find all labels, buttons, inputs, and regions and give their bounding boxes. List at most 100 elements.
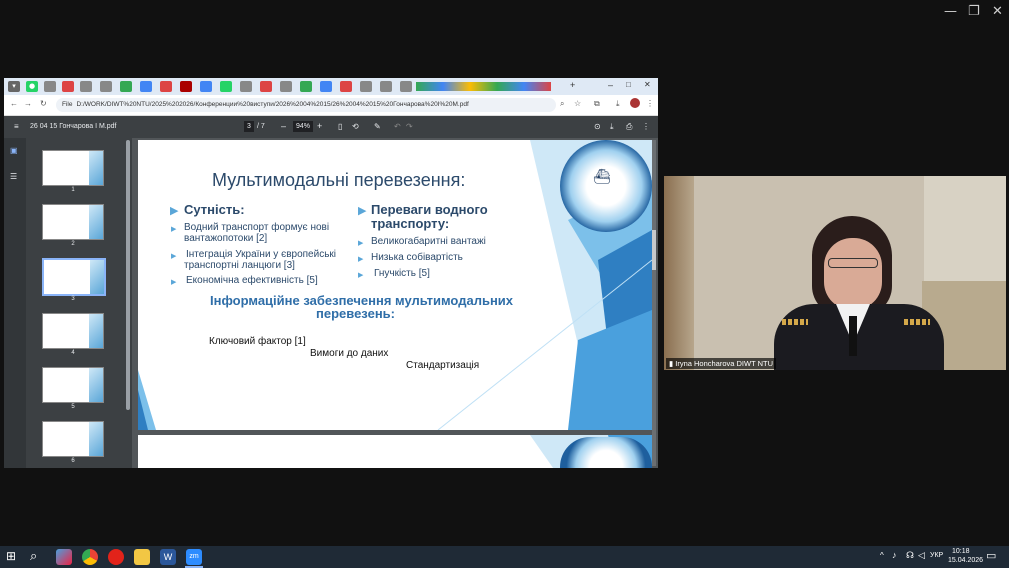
tab-item[interactable] — [180, 81, 192, 92]
minimize-icon[interactable]: – — [608, 80, 613, 90]
tab-item[interactable] — [160, 81, 172, 92]
rotate-icon[interactable]: ⟲ — [352, 122, 359, 131]
windows-taskbar: ⊞ ⌕ W zm ^ ♪ ☊ ◁ УКР 10:18 15.04.2026 ▭ — [0, 546, 1009, 568]
tab-item[interactable] — [280, 81, 292, 92]
tab-item[interactable] — [360, 81, 372, 92]
download-icon[interactable]: ⤓ — [616, 99, 620, 109]
maximize-icon[interactable]: □ — [626, 80, 631, 89]
start-icon[interactable]: ⊞ — [6, 549, 16, 563]
face — [824, 238, 882, 310]
more-icon[interactable]: ⋮ — [642, 122, 650, 131]
close-icon[interactable]: ✕ — [992, 4, 1003, 19]
thumbnail-number: 4 — [71, 350, 75, 356]
tab-item[interactable] — [140, 81, 152, 92]
menu-dots-icon[interactable]: ⋮ — [646, 99, 654, 108]
participant-name-tag: ▮ Iryna Honcharova DIWT NTU — [666, 358, 777, 369]
hamburger-menu-icon[interactable]: ≡ — [14, 122, 19, 131]
tab-item[interactable] — [340, 81, 352, 92]
close-icon[interactable]: ✕ — [644, 80, 651, 89]
annotate-icon[interactable]: ✎ — [374, 122, 381, 131]
volume-icon[interactable]: ♪ — [892, 550, 897, 560]
tab-whatsapp[interactable]: ● — [26, 81, 38, 92]
back-icon[interactable]: ← — [10, 99, 18, 108]
thumbnail-number: 5 — [71, 404, 75, 410]
thumbnail-panel: 1 2 3 4 5 6 — [26, 138, 132, 468]
left-heading: Сутність: — [184, 202, 245, 217]
fit-page-icon[interactable]: ▯ — [338, 122, 342, 131]
thumbnail-scrollbar[interactable] — [126, 140, 130, 410]
tab-item[interactable] — [62, 81, 74, 92]
epaulette — [904, 319, 930, 325]
profile-avatar[interactable] — [630, 98, 640, 108]
reload-icon[interactable]: ↻ — [40, 99, 47, 108]
left-item: Економічна ефективність [5] — [186, 275, 318, 286]
tab-item[interactable] — [300, 81, 312, 92]
signal-icon: ▮ — [669, 359, 674, 368]
thumbnail-page[interactable] — [42, 313, 104, 349]
save-icon[interactable]: ⊙ — [594, 122, 601, 131]
tab-item[interactable] — [80, 81, 92, 92]
word-icon[interactable]: W — [160, 549, 176, 565]
pdf-viewer: ⛴ Мультимодальні перевезення: ▶ Сутність… — [132, 138, 658, 468]
network-icon[interactable]: ☊ — [906, 550, 914, 561]
restore-icon[interactable]: ❐ — [968, 4, 980, 19]
print-icon[interactable]: ⎙ — [626, 122, 632, 132]
tab-strip[interactable] — [416, 82, 551, 91]
tab-search-icon[interactable]: ▾ — [8, 81, 20, 92]
thumbnails-icon[interactable]: ▣ — [10, 146, 18, 155]
copilot-icon[interactable] — [56, 549, 72, 565]
zoom-in-icon[interactable]: + — [317, 121, 322, 131]
opera-icon[interactable] — [108, 549, 124, 565]
file-explorer-icon[interactable] — [134, 549, 150, 565]
search-icon[interactable]: ⌕ — [30, 548, 37, 564]
redo-icon[interactable]: ↷ — [406, 122, 413, 131]
background-door — [664, 176, 694, 370]
thumbnail-page[interactable] — [42, 421, 104, 457]
thumbnail-number: 1 — [71, 187, 75, 193]
chevron-up-icon[interactable]: ^ — [880, 551, 884, 560]
viewer-scrollbar[interactable] — [652, 140, 656, 466]
key-factor: Ключовий фактор [1] — [209, 336, 306, 347]
language-indicator[interactable]: УКР — [930, 552, 943, 559]
thumbnail-page[interactable] — [42, 367, 104, 403]
page-number-input[interactable]: 3 — [244, 121, 254, 132]
tab-item[interactable] — [100, 81, 112, 92]
zoom-icon[interactable]: ⌕ — [560, 99, 564, 109]
clock-date[interactable]: 15.04.2026 — [948, 557, 983, 564]
left-item: транспортні ланцюги [3] — [184, 260, 295, 271]
tab-item[interactable] — [240, 81, 252, 92]
url-text: D:/WORK/DIWT%20NTU/2025%202026/Конференц… — [76, 101, 469, 108]
tab-maps[interactable] — [120, 81, 132, 92]
scrollbar-thumb[interactable] — [652, 230, 656, 270]
minimize-icon[interactable]: — — [944, 4, 957, 19]
tie — [849, 316, 857, 356]
tab-item[interactable] — [320, 81, 332, 92]
thumbnail-page[interactable] — [42, 204, 104, 240]
outline-icon[interactable]: ☰ — [10, 172, 17, 181]
thumbnail-page-selected[interactable] — [42, 258, 106, 296]
url-input[interactable]: File D:/WORK/DIWT%20NTU/2025%202026/Конфе… — [56, 98, 556, 112]
address-bar-row: ← → ↻ File D:/WORK/DIWT%20NTU/2025%202026… — [4, 95, 658, 116]
tab-item[interactable] — [220, 81, 232, 92]
tab-item[interactable] — [200, 81, 212, 92]
undo-icon[interactable]: ↶ — [394, 122, 401, 131]
speaker-icon[interactable]: ◁ — [918, 550, 925, 561]
chrome-icon[interactable] — [82, 549, 98, 565]
clock-time[interactable]: 10:18 — [952, 548, 970, 555]
file-label: File — [62, 101, 73, 108]
notifications-icon[interactable]: ▭ — [986, 549, 996, 562]
new-tab-icon[interactable]: + — [570, 80, 575, 90]
download-icon[interactable]: ⤓ — [610, 122, 614, 132]
bookmark-star-icon[interactable]: ☆ — [574, 99, 581, 108]
tab-item[interactable] — [380, 81, 392, 92]
zoom-out-icon[interactable]: – — [281, 121, 286, 131]
zoom-level-input[interactable]: 94% — [293, 121, 313, 132]
tab-item[interactable] — [260, 81, 272, 92]
tab-item[interactable] — [400, 81, 412, 92]
participant-name: Iryna Honcharova DIWT NTU — [675, 359, 774, 368]
zoom-app-icon[interactable]: zm — [186, 549, 202, 565]
thumbnail-page[interactable] — [42, 150, 104, 186]
tab-item[interactable] — [44, 81, 56, 92]
forward-icon[interactable]: → — [24, 99, 32, 108]
extensions-icon[interactable]: ⧉ — [594, 99, 600, 109]
